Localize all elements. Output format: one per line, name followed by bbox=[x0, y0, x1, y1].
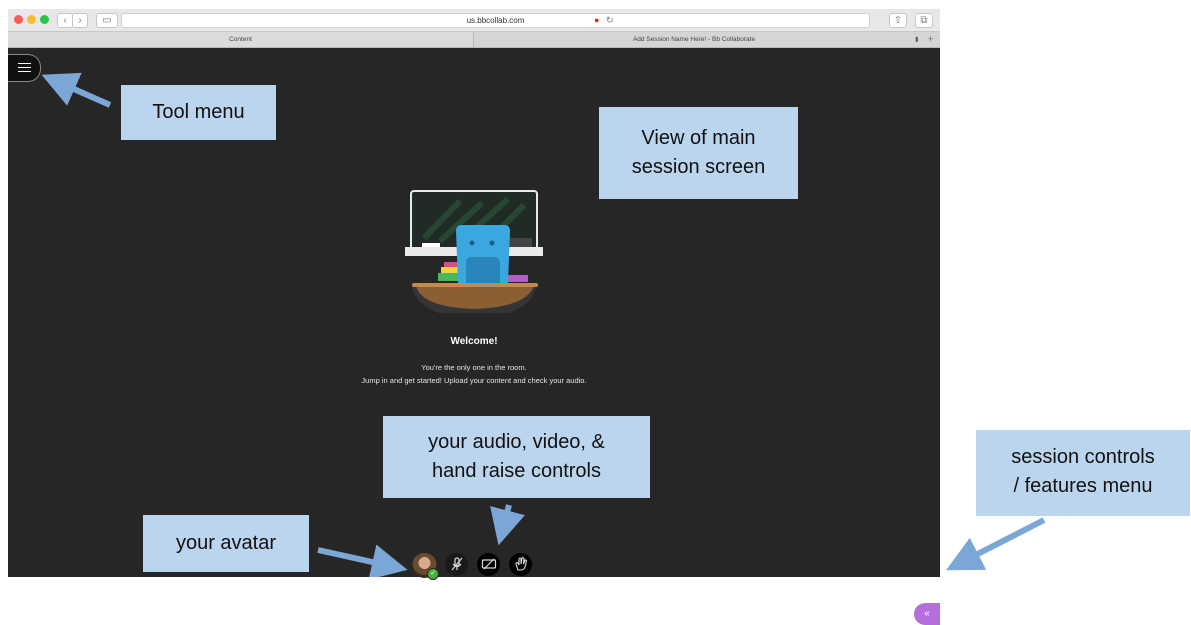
session-controls-callout: session controls / features menu bbox=[976, 430, 1190, 516]
chevron-left-icon: « bbox=[924, 608, 930, 619]
mic-muted-icon bbox=[451, 557, 462, 571]
url-text: us.bbcollab.com bbox=[466, 16, 525, 25]
welcome-instructions: Jump in and get started! Upload your con… bbox=[361, 376, 587, 385]
reload-icon[interactable]: ↻ bbox=[606, 14, 614, 27]
back-icon[interactable]: ‹ bbox=[57, 13, 73, 28]
tabs-overview-icon[interactable]: ⧉ bbox=[915, 13, 933, 28]
mic-icon: ● bbox=[594, 15, 600, 25]
session-controls-callout-line2: / features menu bbox=[1013, 475, 1153, 497]
mic-toggle-button[interactable] bbox=[445, 553, 468, 576]
session-features-menu-button[interactable]: « bbox=[914, 603, 940, 625]
welcome-message: You're the only one in the room. bbox=[421, 363, 527, 372]
checkmark-icon: ✓ bbox=[427, 568, 439, 580]
main-view-callout: View of main session screen bbox=[599, 107, 798, 199]
tab-bar: Content Add Session Name Here! - Bb Coll… bbox=[8, 32, 940, 48]
sidebar-icon[interactable]: ▭ bbox=[96, 13, 118, 28]
camera-off-icon bbox=[481, 558, 496, 570]
tool-menu-callout: Tool menu bbox=[121, 85, 276, 140]
hamburger-icon bbox=[18, 63, 31, 75]
hand-raise-icon bbox=[514, 557, 527, 571]
welcome-title: Welcome! bbox=[450, 336, 498, 347]
audio-controls-callout: your audio, video, & hand raise controls bbox=[383, 416, 650, 498]
tab-content[interactable]: Content bbox=[8, 32, 474, 47]
user-avatar[interactable]: ✓ bbox=[412, 553, 439, 580]
tool-menu-button[interactable] bbox=[8, 54, 41, 82]
minimize-window-button[interactable] bbox=[27, 15, 36, 24]
camera-toggle-button[interactable] bbox=[477, 553, 500, 576]
audio-controls-callout-line1: your audio, video, & bbox=[428, 431, 605, 453]
arrow-session-controls bbox=[945, 517, 1046, 571]
welcome-illustration bbox=[405, 190, 543, 313]
new-tab-icon[interactable]: + bbox=[928, 32, 933, 47]
share-icon[interactable]: ⇧ bbox=[889, 13, 907, 28]
tab-mic-icon: ▮ bbox=[915, 36, 919, 43]
maximize-window-button[interactable] bbox=[40, 15, 49, 24]
forward-icon[interactable]: › bbox=[72, 13, 88, 28]
main-view-callout-line2: session screen bbox=[631, 156, 766, 178]
audio-controls-callout-line2: hand raise controls bbox=[432, 460, 601, 482]
session-controls-callout-line1: session controls bbox=[1011, 446, 1155, 468]
tab-session[interactable]: Add Session Name Here! - Bb Collaborate bbox=[474, 32, 914, 47]
close-window-button[interactable] bbox=[14, 15, 23, 24]
browser-toolbar: ‹ › ▭ us.bbcollab.com ● ↻ ⇧ ⧉ bbox=[8, 9, 940, 32]
main-view-callout-line1: View of main bbox=[641, 127, 756, 149]
avatar-callout: your avatar bbox=[143, 515, 309, 572]
hand-raise-button[interactable] bbox=[509, 553, 532, 576]
address-bar[interactable]: us.bbcollab.com ● ↻ bbox=[121, 13, 870, 28]
